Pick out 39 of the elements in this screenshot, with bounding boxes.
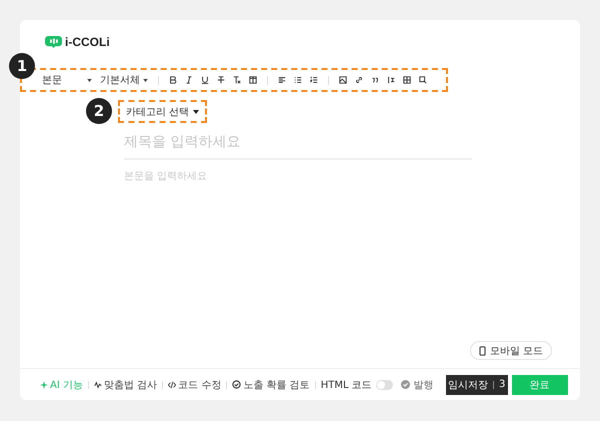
footer-tool-button[interactable]: 노출 확률 검토 <box>232 378 310 392</box>
temp-save-button[interactable]: 임시저장 3 <box>446 374 508 394</box>
check-circle-icon <box>232 380 242 389</box>
caret-icon <box>87 78 92 82</box>
bold-icon[interactable] <box>169 76 177 84</box>
format-dropdown[interactable]: 본문 <box>42 73 92 87</box>
publish-label: 발행 <box>414 378 434 392</box>
wave-icon <box>94 380 102 388</box>
footer-tool-button[interactable]: 맞춤법 검사 <box>94 378 158 392</box>
numbered-list-icon[interactable] <box>310 76 318 84</box>
step-badge: 2 <box>86 98 112 124</box>
category-dropdown[interactable]: 카테고리 선택 <box>118 100 208 123</box>
table-icon[interactable] <box>403 76 411 84</box>
logo-text: i-CCOLi <box>65 35 110 49</box>
frame-icon[interactable] <box>419 76 427 84</box>
footer-tool-button[interactable]: 코드 수정 <box>168 378 222 392</box>
caret-icon <box>193 110 200 114</box>
italic-icon[interactable] <box>185 76 193 84</box>
caret-icon <box>143 78 148 82</box>
quote-icon[interactable] <box>371 76 379 84</box>
mobile-mode-button[interactable]: 모바일 모드 <box>470 341 552 360</box>
bulleted-list-icon[interactable] <box>294 76 302 84</box>
html-toggle[interactable] <box>376 380 393 390</box>
link-icon[interactable] <box>355 76 363 84</box>
image-icon[interactable] <box>339 76 347 84</box>
underline-icon[interactable] <box>201 76 209 84</box>
code-icon <box>168 380 176 388</box>
sparkle-icon <box>40 380 48 388</box>
vertical-bars-icon[interactable] <box>387 76 395 84</box>
check-circle-icon <box>400 380 410 389</box>
step-badge: 1 <box>9 53 35 79</box>
phone-icon <box>478 346 486 356</box>
strikethrough-icon[interactable] <box>217 76 225 84</box>
speech-bubble-icon <box>45 36 62 48</box>
clear-format-icon[interactable] <box>233 76 241 84</box>
html-code-label: HTML 코드 <box>320 378 372 392</box>
align-left-icon[interactable] <box>278 76 286 84</box>
format-dropdown[interactable]: 기본서체 <box>100 73 148 87</box>
columns-icon[interactable] <box>249 76 257 84</box>
